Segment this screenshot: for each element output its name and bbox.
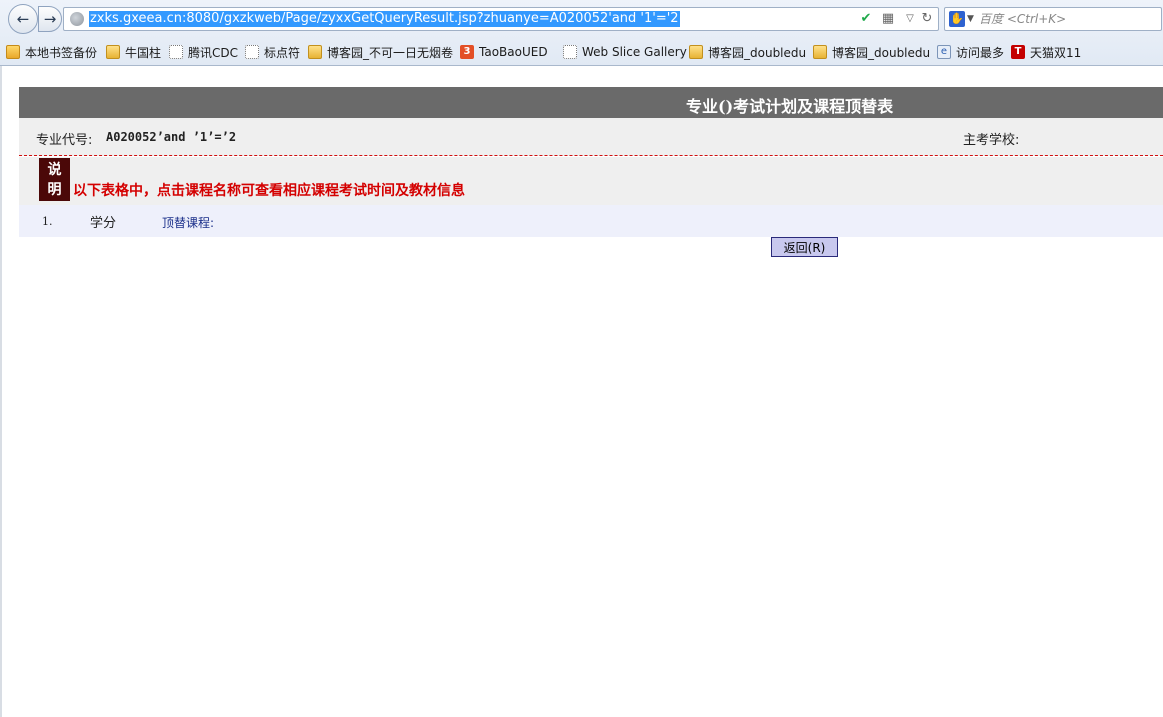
bookmark-label: 天猫双11 xyxy=(1030,45,1082,60)
address-bar[interactable]: zxks.gxeea.cn:8080/gxzkweb/Page/zyxxGetQ… xyxy=(63,7,939,31)
row-number: 1. xyxy=(42,215,53,228)
bookmark-label: 牛国柱 xyxy=(125,45,162,60)
bookmark-label: 本地书签备份 xyxy=(25,45,98,60)
bookmark-item[interactable]: 标点符 xyxy=(245,43,300,61)
baidu-paw-icon[interactable]: ✋ xyxy=(949,11,965,27)
major-info-row: 专业代号: A020052’and ’1’=’2 主考学校: xyxy=(19,118,1163,156)
bookmark-item[interactable]: 腾讯CDC xyxy=(169,43,238,61)
bookmark-item[interactable]: T 天猫双11 xyxy=(1011,43,1081,61)
blank-page-icon xyxy=(563,45,577,59)
bookmark-label: 博客园_doubledu xyxy=(832,45,931,60)
bookmark-item[interactable]: 博客园_不可一日无烟卷 xyxy=(308,43,453,61)
credit-label: 学分 xyxy=(90,216,117,231)
bookmark-item[interactable]: 3 TaoBaoUED xyxy=(460,43,548,61)
browser-chrome: ← → zxks.gxeea.cn:8080/gxzkweb/Page/zyxx… xyxy=(0,0,1163,66)
note-row: 说明 以下表格中，点击课程名称可查看相应课程考试时间及教材信息 xyxy=(19,157,1163,205)
rss-feed-icon xyxy=(689,45,703,59)
back-button[interactable]: 返回(R) xyxy=(771,237,838,257)
replacement-course-label: 顶替课程: xyxy=(162,216,215,230)
page-title: 专业()考试计划及课程顶替表 xyxy=(686,97,894,116)
bookmark-label: TaoBaoUED xyxy=(479,45,548,59)
title-bar: 专业()考试计划及课程顶替表 xyxy=(19,87,1163,118)
major-code-value: A020052’and ’1’=’2 xyxy=(106,130,237,144)
url-text[interactable]: zxks.gxeea.cn:8080/gxzkweb/Page/zyxxGetQ… xyxy=(89,11,680,27)
bookmark-item[interactable]: 博客园_doubledu xyxy=(689,43,806,61)
blank-page-icon xyxy=(169,45,183,59)
bookmark-label: Web Slice Gallery xyxy=(582,45,687,59)
dropdown-icon[interactable]: ▽ xyxy=(902,11,918,27)
bookmark-label: 腾讯CDC xyxy=(188,45,238,60)
back-nav-button[interactable]: ← xyxy=(8,4,38,34)
bookmark-label: 博客园_不可一日无烟卷 xyxy=(327,45,454,60)
bookmark-item[interactable]: 牛国柱 xyxy=(106,43,161,61)
page-left-border xyxy=(0,66,2,717)
folder-icon xyxy=(6,45,20,59)
search-input[interactable]: 百度 <Ctrl+K> xyxy=(979,11,1066,27)
arrow-right-icon: → xyxy=(43,10,57,28)
course-row: 1. 学分 顶替课程: xyxy=(19,205,1163,237)
bookmark-item[interactable]: 本地书签备份 xyxy=(6,43,97,61)
rss-feed-icon xyxy=(308,45,322,59)
rss-feed-icon xyxy=(106,45,120,59)
school-label: 主考学校: xyxy=(963,133,1020,148)
note-badge-text: 说明 xyxy=(47,162,62,198)
bookmark-item[interactable]: 博客园_doubledu xyxy=(813,43,930,61)
bookmark-label: 访问最多 xyxy=(956,45,1005,60)
ie-page-icon: e xyxy=(937,45,951,59)
bookmark-item[interactable]: Web Slice Gallery xyxy=(563,43,687,61)
search-bar[interactable]: ✋ ▼ 百度 <Ctrl+K> xyxy=(944,7,1162,31)
forward-nav-button[interactable]: → xyxy=(38,6,62,32)
search-engine-dropdown-icon[interactable]: ▼ xyxy=(967,11,974,27)
bookmark-label: 博客园_doubledu xyxy=(708,45,807,60)
note-badge: 说明 xyxy=(39,158,70,201)
html5-icon: 3 xyxy=(460,45,474,59)
bookmark-item[interactable]: e 访问最多 xyxy=(937,43,1004,61)
shield-icon[interactable]: ✔ xyxy=(858,11,874,27)
arrow-left-icon: ← xyxy=(16,10,30,28)
globe-icon xyxy=(70,12,84,26)
reload-icon[interactable]: ↻ xyxy=(919,11,935,27)
rss-feed-icon xyxy=(813,45,827,59)
bookmark-label: 标点符 xyxy=(264,45,301,60)
bookmarks-toolbar: 本地书签备份 牛国柱 腾讯CDC 标点符 博客园_不可一日无烟卷 3 TaoBa… xyxy=(0,41,1163,63)
note-text: 以下表格中，点击课程名称可查看相应课程考试时间及教材信息 xyxy=(73,183,465,199)
blank-page-icon xyxy=(245,45,259,59)
tmall-icon: T xyxy=(1011,45,1025,59)
qr-code-icon[interactable]: ▦ xyxy=(880,11,896,27)
major-code-label: 专业代号: xyxy=(36,133,93,148)
